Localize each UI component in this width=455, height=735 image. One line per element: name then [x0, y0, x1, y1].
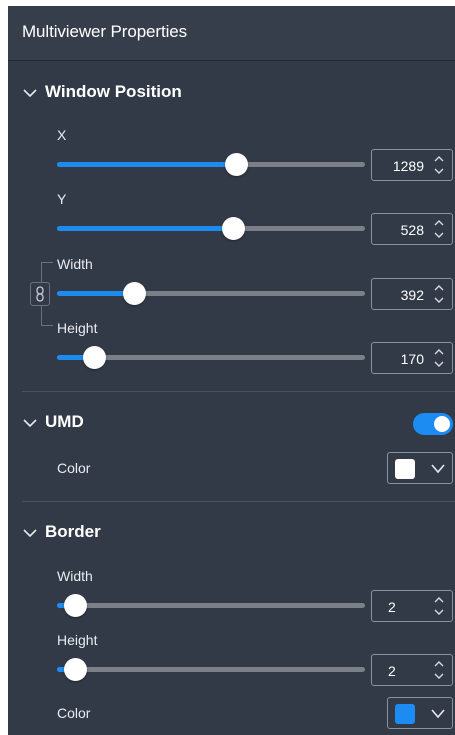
x-label: X	[57, 127, 67, 143]
spin-arrows[interactable]	[432, 659, 446, 681]
section-title-border: Border	[45, 522, 101, 541]
x-spinbox[interactable]: 1289	[371, 149, 453, 181]
border-color-swatch	[395, 704, 415, 724]
border-color-label: Color	[57, 705, 91, 721]
spin-down-icon[interactable]	[432, 671, 446, 681]
section-divider	[22, 391, 455, 392]
spin-down-icon[interactable]	[432, 230, 446, 240]
border-width-spinbox[interactable]: 2	[371, 590, 453, 622]
border-height-spinbox[interactable]: 2	[371, 654, 453, 686]
slider-thumb[interactable]	[221, 217, 245, 240]
section-title-umd: UMD	[45, 412, 84, 431]
spin-arrows[interactable]	[432, 154, 446, 176]
width-slider[interactable]	[57, 281, 365, 305]
toggle-knob	[434, 416, 450, 432]
border-height-slider[interactable]	[57, 657, 365, 681]
x-slider[interactable]	[57, 152, 365, 176]
border-width-label: Width	[57, 568, 93, 584]
height-value[interactable]: 170	[401, 351, 424, 367]
chevron-down-icon	[23, 529, 37, 538]
slider-thumb[interactable]	[123, 282, 146, 305]
panel-header: Multiviewer Properties	[8, 6, 455, 61]
height-slider[interactable]	[57, 345, 365, 369]
chevron-down-icon	[431, 464, 445, 474]
spin-arrows[interactable]	[432, 218, 446, 240]
border-height-value[interactable]: 2	[388, 663, 396, 679]
panel-title: Multiviewer Properties	[22, 22, 188, 41]
spin-up-icon[interactable]	[432, 659, 446, 669]
spin-arrows[interactable]	[432, 347, 446, 369]
slider-rail	[57, 603, 365, 608]
link-icon	[36, 286, 44, 302]
spin-down-icon[interactable]	[432, 166, 446, 176]
width-label: Width	[57, 256, 93, 272]
chevron-down-icon	[23, 419, 37, 428]
border-width-value[interactable]: 2	[388, 599, 396, 615]
x-value[interactable]: 1289	[393, 158, 424, 174]
spin-down-icon[interactable]	[432, 295, 446, 305]
aspect-lock-button[interactable]	[30, 282, 50, 306]
width-spinbox[interactable]: 392	[371, 278, 453, 310]
spin-up-icon[interactable]	[432, 283, 446, 293]
section-border[interactable]: Border	[8, 519, 455, 549]
slider-rail	[57, 667, 365, 672]
slider-fill	[57, 226, 233, 231]
y-spinbox[interactable]: 528	[371, 213, 453, 245]
umd-toggle[interactable]	[413, 413, 453, 435]
border-width-slider[interactable]	[57, 593, 365, 617]
slider-thumb[interactable]	[82, 346, 106, 369]
properties-panel: Multiviewer Properties Window Position X…	[8, 6, 455, 735]
section-window-position[interactable]: Window Position	[8, 79, 455, 109]
spin-up-icon[interactable]	[432, 595, 446, 605]
border-height-label: Height	[57, 632, 98, 648]
height-label: Height	[57, 320, 98, 336]
spin-down-icon[interactable]	[432, 359, 446, 369]
chevron-down-icon	[431, 709, 445, 719]
slider-thumb[interactable]	[224, 153, 248, 176]
spin-up-icon[interactable]	[432, 347, 446, 357]
y-value[interactable]: 528	[401, 222, 424, 238]
chevron-down-icon	[23, 89, 37, 98]
spin-up-icon[interactable]	[432, 218, 446, 228]
section-umd[interactable]: UMD	[8, 409, 398, 439]
y-slider[interactable]	[57, 216, 365, 240]
height-spinbox[interactable]: 170	[371, 342, 453, 374]
slider-fill	[57, 162, 236, 167]
slider-thumb[interactable]	[64, 658, 88, 681]
umd-color-label: Color	[57, 460, 91, 476]
slider-thumb[interactable]	[64, 594, 88, 617]
spin-up-icon[interactable]	[432, 154, 446, 164]
spin-arrows[interactable]	[432, 283, 446, 305]
spin-down-icon[interactable]	[432, 607, 446, 617]
section-title-window-position: Window Position	[45, 82, 182, 101]
y-label: Y	[57, 191, 67, 207]
umd-color-swatch	[395, 459, 415, 479]
spin-arrows[interactable]	[432, 595, 446, 617]
width-value[interactable]: 392	[401, 287, 424, 303]
umd-color-picker[interactable]	[387, 452, 453, 484]
border-color-picker[interactable]	[387, 697, 453, 729]
section-divider	[22, 501, 455, 502]
